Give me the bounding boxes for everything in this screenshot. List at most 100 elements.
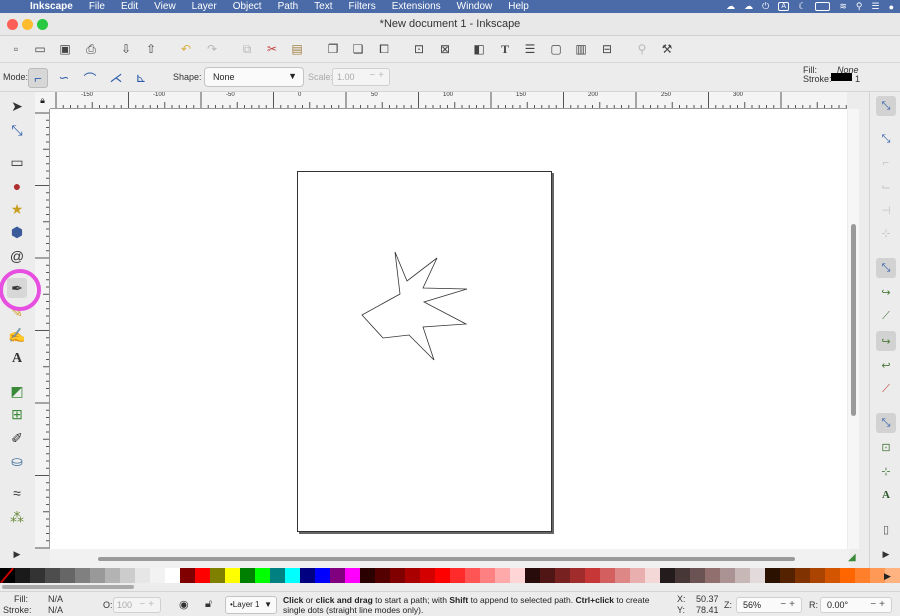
palette-swatch[interactable] xyxy=(180,568,195,583)
paste-icon[interactable]: ▤ xyxy=(289,41,305,57)
input-source-icon[interactable]: A xyxy=(778,2,790,11)
palette-swatch[interactable] xyxy=(705,568,720,583)
calligraphy-tool-icon[interactable]: ✍ xyxy=(7,325,27,345)
text-font-dialog-icon[interactable]: T xyxy=(497,41,513,57)
menu-file[interactable]: File xyxy=(81,0,113,13)
stroke-width-value[interactable]: 1 xyxy=(855,74,860,84)
palette-swatch[interactable] xyxy=(585,568,600,583)
palette-swatch[interactable] xyxy=(570,568,585,583)
palette-swatch[interactable] xyxy=(360,568,375,583)
open-document-icon[interactable]: ▭ xyxy=(32,41,48,57)
palette-swatch[interactable] xyxy=(195,568,210,583)
opacity-stepper[interactable]: −+ xyxy=(139,599,157,610)
palette-swatch[interactable] xyxy=(555,568,570,583)
group-icon[interactable]: ⊡ xyxy=(411,41,427,57)
wifi-icon[interactable]: ≋ xyxy=(839,1,847,12)
rotation-stepper[interactable]: −+ xyxy=(870,599,888,610)
fill-stroke-dialog-icon[interactable]: ◧ xyxy=(471,41,487,57)
control-center-icon[interactable]: ☰ xyxy=(871,1,879,12)
palette-swatch[interactable] xyxy=(630,568,645,583)
palette-swatch[interactable] xyxy=(330,568,345,583)
snap-cusp-nodes-icon[interactable]: ↪ xyxy=(876,331,896,351)
palette-swatch[interactable] xyxy=(255,568,270,583)
palette-swatch[interactable] xyxy=(735,568,750,583)
zigzag-mode-button[interactable]: ⋌ xyxy=(106,68,126,88)
text-tool-icon[interactable]: A xyxy=(7,349,27,369)
palette-swatch[interactable] xyxy=(660,568,675,583)
palette-scrollbar-thumb[interactable] xyxy=(2,585,134,589)
vertical-scrollbar-thumb[interactable] xyxy=(851,224,856,416)
spotlight-icon[interactable]: ⚲ xyxy=(856,1,863,12)
palette-swatch[interactable] xyxy=(210,568,225,583)
node-tool-icon[interactable]: ⤡ xyxy=(7,120,27,140)
dropper-tool-icon[interactable]: ✐ xyxy=(7,428,27,448)
palette-swatch[interactable] xyxy=(270,568,285,583)
menu-object[interactable]: Object xyxy=(225,0,270,13)
palette-swatch[interactable] xyxy=(165,568,180,583)
paraxial-mode-button[interactable]: ⊾ xyxy=(131,68,151,88)
rectangle-tool-icon[interactable]: ▭ xyxy=(7,152,27,172)
preferences-icon[interactable]: ⚒ xyxy=(659,41,675,57)
spiro-mode-button[interactable]: ∽ xyxy=(54,68,74,88)
palette-swatch[interactable] xyxy=(90,568,105,583)
palette-swatch[interactable] xyxy=(810,568,825,583)
menu-help[interactable]: Help xyxy=(500,0,537,13)
xml-editor-icon[interactable]: ▢ xyxy=(548,41,564,57)
snap-object-midpoints-icon[interactable]: ⊡ xyxy=(876,437,896,457)
palette-swatch[interactable] xyxy=(870,568,885,583)
palette-swatch[interactable] xyxy=(780,568,795,583)
palette-swatch[interactable] xyxy=(135,568,150,583)
palette-swatch[interactable] xyxy=(510,568,525,583)
palette-swatch[interactable] xyxy=(840,568,855,583)
snap-smooth-nodes-icon[interactable]: ↩ xyxy=(876,355,896,375)
undo-icon[interactable]: ↶ xyxy=(178,41,194,57)
menu-window[interactable]: Window xyxy=(449,0,501,13)
palette-swatch[interactable] xyxy=(225,568,240,583)
ruler-lock-icon[interactable]: 🔒︎ xyxy=(35,92,50,109)
snap-paths-icon[interactable]: ↪ xyxy=(876,282,896,302)
palette-swatch[interactable] xyxy=(600,568,615,583)
palette-swatch[interactable] xyxy=(405,568,420,583)
palette-swatch[interactable] xyxy=(645,568,660,583)
zoom-icon[interactable]: ⚲ xyxy=(634,41,650,57)
palette-swatch[interactable] xyxy=(855,568,870,583)
palette-swatch[interactable] xyxy=(675,568,690,583)
zoom-input[interactable]: 56% −+ xyxy=(736,597,802,613)
scale-stepper[interactable]: −+ xyxy=(369,70,387,81)
snap-more-icon[interactable]: ▶ xyxy=(876,544,896,564)
horizontal-scrollbar[interactable] xyxy=(50,549,849,568)
vertical-scrollbar[interactable] xyxy=(848,109,859,549)
mesh-tool-icon[interactable]: ⊞ xyxy=(7,404,27,424)
moon-icon[interactable]: ☾ xyxy=(798,1,806,12)
print-icon[interactable]: ⎙ xyxy=(83,41,99,57)
paint-bucket-tool-icon[interactable]: ⛀ xyxy=(7,451,27,471)
color-managed-view-icon[interactable]: ◢ xyxy=(848,552,856,563)
palette-swatch[interactable] xyxy=(690,568,705,583)
scale-input[interactable]: 1.00 −+ xyxy=(332,68,390,86)
palette-swatch[interactable] xyxy=(825,568,840,583)
toolbox-more-icon[interactable]: ▶ xyxy=(7,544,27,564)
icloud-icon[interactable]: ☁ xyxy=(744,1,753,12)
palette-swatch[interactable] xyxy=(540,568,555,583)
menu-layer[interactable]: Layer xyxy=(184,0,225,13)
siri-icon[interactable]: ● xyxy=(889,2,894,12)
battery-icon[interactable] xyxy=(815,2,831,11)
cut-icon[interactable]: ✂ xyxy=(264,41,280,57)
menu-edit[interactable]: Edit xyxy=(113,0,146,13)
document-properties-icon[interactable]: ▥ xyxy=(573,41,589,57)
export-icon[interactable]: ⇧ xyxy=(143,41,159,57)
opacity-input[interactable]: 100 −+ xyxy=(113,597,161,613)
menu-path[interactable]: Path xyxy=(270,0,307,13)
gradient-tool-icon[interactable]: ◩ xyxy=(7,381,27,401)
rotation-input[interactable]: 0.00° −+ xyxy=(820,597,892,613)
snap-bbox-corners-icon[interactable]: ⌙ xyxy=(876,176,896,196)
palette-swatch[interactable] xyxy=(300,568,315,583)
star-tool-icon[interactable]: ★ xyxy=(7,199,27,219)
menu-view[interactable]: View xyxy=(146,0,184,13)
palette-swatch[interactable] xyxy=(75,568,90,583)
snap-rotation-center-icon[interactable]: ⊹ xyxy=(876,461,896,481)
current-layer-dropdown[interactable]: •Layer 1 ▼ xyxy=(225,596,277,614)
duplicate-icon[interactable]: ❐ xyxy=(325,41,341,57)
palette-swatch[interactable] xyxy=(390,568,405,583)
snap-bounding-box-icon[interactable]: ⤡ xyxy=(876,129,896,149)
